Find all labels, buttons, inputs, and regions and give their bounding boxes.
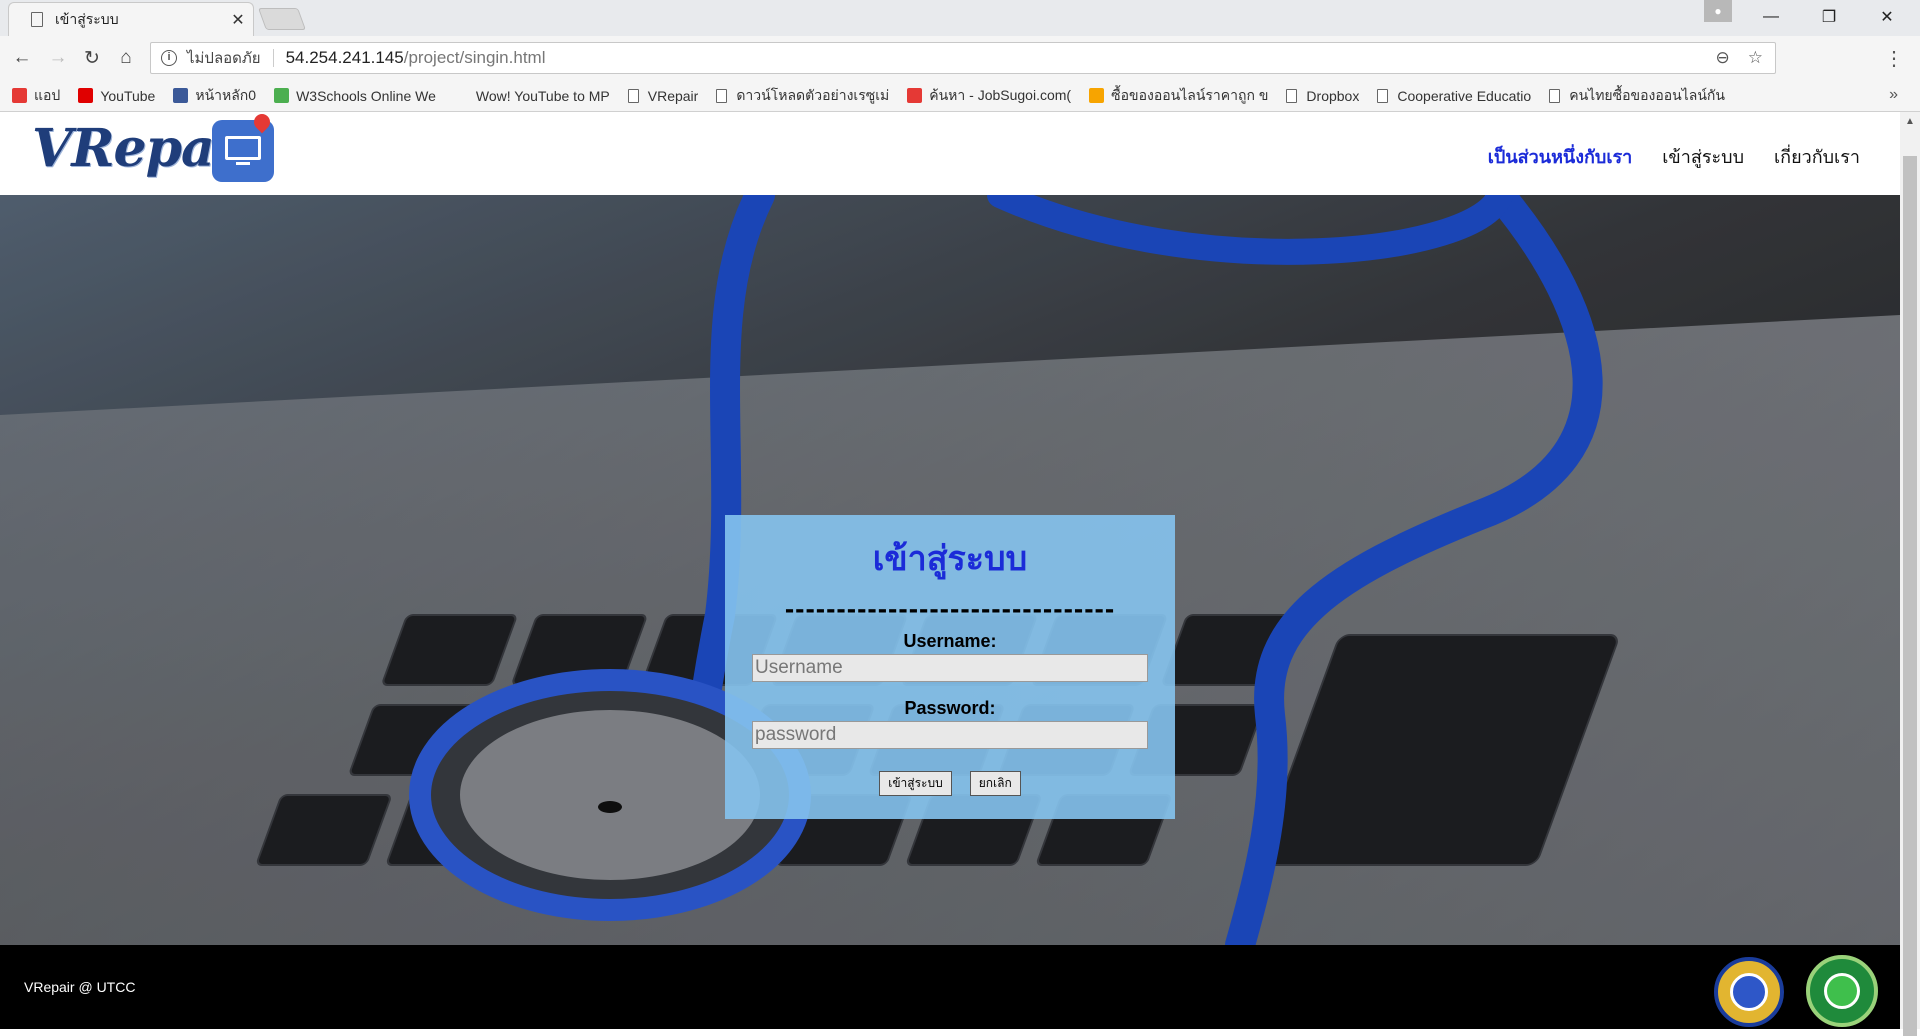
browser-toolbar: ← → ↻ ⌂ i ไม่ปลอดภัย 54.254.241.145 /pro… — [0, 36, 1920, 80]
browser-tabstrip: เข้าสู่ระบบ ✕ ● — ❐ ✕ — [0, 0, 1920, 36]
bookmark-item[interactable]: Wow! YouTube to MP — [453, 87, 610, 104]
facebook-icon — [173, 88, 189, 103]
nav-join-us[interactable]: เป็นส่วนหนึ่งกับเรา — [1488, 142, 1633, 171]
url-path: /project/singin.html — [403, 48, 546, 67]
login-panel: เข้าสู่ระบบ ----------------------------… — [725, 515, 1175, 819]
bookmark-label: YouTube — [100, 87, 156, 104]
profile-icon[interactable]: ● — [1704, 0, 1732, 22]
bookmark-item[interactable]: Cooperative Educatio — [1377, 88, 1531, 104]
w3schools-icon — [274, 88, 290, 103]
bookmark-label: Dropbox — [1306, 87, 1360, 104]
bookmark-item[interactable]: Dropbox — [1286, 88, 1359, 104]
login-divider: -------------------------------- — [784, 593, 1116, 624]
info-icon[interactable]: i — [161, 50, 177, 66]
cancel-button[interactable]: ยกเลิก — [969, 771, 1021, 796]
restore-button[interactable]: ❐ — [1800, 0, 1858, 34]
hero-background: เข้าสู่ระบบ ----------------------------… — [0, 195, 1900, 945]
reload-button[interactable]: ↻ — [78, 44, 106, 72]
nav-login[interactable]: เข้าสู่ระบบ — [1662, 142, 1744, 171]
zoom-icon[interactable]: ⊖ — [1716, 48, 1730, 68]
bookmark-item[interactable]: YouTube — [78, 88, 155, 104]
scrollbar-thumb[interactable] — [1903, 156, 1917, 1036]
bookmark-item[interactable]: หน้าหลัก0 — [173, 85, 256, 107]
location-pin-icon — [250, 112, 274, 134]
bookmark-label: Wow! YouTube to MP — [475, 87, 610, 104]
shop-icon — [1089, 88, 1105, 103]
apps-grid-icon — [12, 88, 27, 103]
bookmark-label: VRepair — [647, 87, 699, 104]
address-separator — [272, 49, 274, 67]
browser-tab[interactable]: เข้าสู่ระบบ ✕ — [8, 2, 254, 36]
bookmark-item[interactable]: คนไทยซื้อของออนไลน์กัน — [1549, 85, 1725, 107]
close-window-button[interactable]: ✕ — [1858, 0, 1916, 34]
jobsugoi-icon — [907, 88, 923, 103]
bookmark-label: แอป — [34, 86, 61, 103]
login-button[interactable]: เข้าสู่ระบบ — [879, 771, 952, 796]
bookmark-item[interactable]: W3Schools Online We — [274, 88, 436, 104]
new-tab-button[interactable] — [257, 8, 307, 30]
security-label: ไม่ปลอดภัย — [187, 50, 261, 67]
bookmark-item[interactable]: ซื้อของออนไลน์ราคาถูก ข — [1089, 85, 1268, 107]
blank-icon — [453, 88, 469, 103]
document-icon — [1377, 88, 1389, 103]
bookmark-label: ซื้อของออนไลน์ราคาถูก ข — [1111, 86, 1269, 103]
page-scrollbar[interactable]: ▲ — [1900, 112, 1920, 1036]
password-label: Password: — [904, 698, 996, 718]
university-seal-icon — [1714, 957, 1784, 1027]
bookmark-label: W3Schools Online We — [296, 87, 436, 104]
bookmark-item[interactable]: แอป — [12, 85, 60, 107]
username-input[interactable] — [752, 654, 1148, 682]
password-input[interactable] — [752, 721, 1148, 749]
bookmark-label: ดาวน์โหลดตัวอย่างเรซูเม่ — [736, 86, 890, 103]
more-bookmarks-icon[interactable]: » — [1889, 86, 1898, 104]
login-title: เข้าสู่ระบบ — [872, 540, 1028, 578]
bookmarks-bar: แอป YouTube หน้าหลัก0 W3Schools Online We Wo… — [0, 80, 1920, 112]
username-label: Username: — [903, 631, 997, 651]
address-bar[interactable]: i ไม่ปลอดภัย 54.254.241.145 /project/sin… — [150, 42, 1776, 74]
minimize-button[interactable]: — — [1742, 0, 1800, 34]
back-button[interactable]: ← — [8, 44, 36, 72]
youtube-icon — [78, 88, 94, 103]
url-host: 54.254.241.145 — [285, 48, 404, 67]
close-tab-icon[interactable]: ✕ — [223, 10, 253, 30]
forward-button[interactable]: → — [44, 44, 72, 72]
site-footer: VRepair @ UTCC — [0, 945, 1900, 1029]
apple-logo-icon — [1806, 955, 1878, 1027]
scroll-up-icon[interactable]: ▲ — [1905, 116, 1915, 127]
logo-monitor-icon — [212, 112, 274, 182]
document-icon — [1549, 88, 1561, 103]
bookmark-item[interactable]: ค้นหา - JobSugoi.com( — [907, 85, 1071, 107]
document-icon — [1286, 88, 1298, 103]
bookmark-label: หน้าหลัก0 — [195, 86, 257, 103]
document-icon — [627, 88, 639, 103]
document-icon — [716, 88, 728, 103]
home-button[interactable]: ⌂ — [112, 44, 140, 72]
nav-about-us[interactable]: เกี่ยวกับเรา — [1774, 142, 1860, 171]
page-viewport: VRepair เป็นส่วนหนึ่งกับเรา เข้าสู่ระบบ … — [0, 112, 1900, 1029]
tab-title: เข้าสู่ระบบ — [55, 10, 119, 27]
site-nav: เป็นส่วนหนึ่งกับเรา เข้าสู่ระบบ เกี่ยวกั… — [1488, 142, 1860, 171]
browser-menu-icon[interactable]: ⋮ — [1884, 46, 1904, 71]
page-icon — [31, 12, 43, 27]
footer-text: VRepair @ UTCC — [24, 979, 136, 995]
bookmark-item[interactable]: ดาวน์โหลดตัวอย่างเรซูเม่ — [716, 85, 889, 107]
bookmark-label: Cooperative Educatio — [1397, 87, 1532, 104]
bookmark-label: คนไทยซื้อของออนไลน์กัน — [1569, 86, 1725, 103]
bookmark-label: ค้นหา - JobSugoi.com( — [929, 86, 1072, 103]
bookmark-item[interactable]: VRepair — [627, 87, 699, 104]
bookmark-star-icon[interactable]: ☆ — [1748, 48, 1763, 68]
site-header: VRepair เป็นส่วนหนึ่งกับเรา เข้าสู่ระบบ … — [0, 112, 1900, 195]
